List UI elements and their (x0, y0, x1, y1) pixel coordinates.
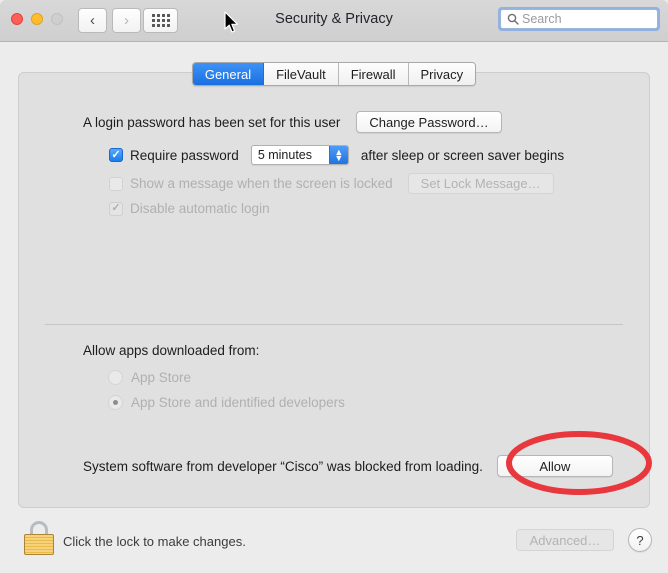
show-lock-message-checkbox (109, 176, 123, 191)
require-password-checkbox[interactable]: ✓ (109, 148, 123, 162)
lock-body-icon (24, 534, 54, 555)
lock-button[interactable] (24, 521, 54, 555)
tab-privacy[interactable]: Privacy (408, 63, 476, 85)
preference-tabs: General FileVault Firewall Privacy (0, 62, 668, 86)
radio-app-store-label: App Store (131, 370, 192, 385)
allow-button[interactable]: Allow (496, 455, 613, 477)
search-field[interactable] (500, 9, 658, 29)
allow-apps-option-identified-developers: App Store and identified developers (108, 395, 345, 410)
radio-selected-dot-icon (113, 400, 118, 405)
show-lock-message-label: Show a message when the screen is locked (130, 176, 393, 191)
password-delay-value: 5 minutes (257, 148, 313, 162)
require-password-label: Require password (130, 147, 239, 163)
checkmark-icon: ✓ (111, 148, 121, 161)
login-password-label: A login password has been set for this u… (83, 114, 341, 130)
checkmark-icon: ✓ (111, 202, 121, 214)
allow-apps-heading-row: Allow apps downloaded from: (83, 343, 259, 358)
show-lock-message-row: Show a message when the screen is locked… (109, 173, 554, 194)
security-privacy-window: ‹ › Security & Privacy General (0, 0, 668, 573)
advanced-button: Advanced… (516, 529, 614, 551)
section-divider (45, 324, 623, 325)
require-password-suffix: after sleep or screen saver begins (360, 147, 565, 163)
disable-auto-login-row: ✓ Disable automatic login (109, 201, 270, 216)
stepper-arrows-icon[interactable]: ▲ ▼ (328, 146, 348, 164)
set-lock-message-button: Set Lock Message… (407, 173, 554, 194)
window-toolbar: ‹ › Security & Privacy (0, 0, 668, 42)
tab-general[interactable]: General (192, 63, 265, 85)
password-delay-select[interactable]: 5 minutes ▲ ▼ (250, 145, 349, 165)
radio-app-store (108, 370, 123, 385)
tab-filevault[interactable]: FileVault (264, 63, 339, 85)
disable-auto-login-label: Disable automatic login (130, 201, 270, 216)
tab-firewall[interactable]: Firewall (338, 63, 409, 85)
allow-apps-option-appstore: App Store (108, 370, 191, 385)
search-field-focus-ring (498, 7, 660, 31)
tab-group: General FileVault Firewall Privacy (191, 62, 477, 86)
help-button[interactable]: ? (628, 528, 652, 552)
login-password-row: A login password has been set for this u… (83, 111, 502, 133)
change-password-button[interactable]: Change Password… (356, 111, 502, 133)
radio-app-store-identified-developers-label: App Store and identified developers (131, 395, 345, 410)
general-pane: A login password has been set for this u… (18, 72, 650, 508)
radio-app-store-identified-developers (108, 395, 123, 410)
lock-message: Click the lock to make changes. (63, 534, 246, 549)
blocked-software-message: System software from developer “Cisco” w… (83, 458, 483, 474)
require-password-row: ✓ Require password 5 minutes ▲ ▼ after sl… (109, 145, 564, 165)
search-input[interactable] (522, 12, 647, 26)
allow-apps-heading: Allow apps downloaded from: (83, 343, 260, 358)
blocked-software-row: System software from developer “Cisco” w… (83, 455, 613, 477)
search-icon (507, 13, 519, 25)
disable-auto-login-checkbox: ✓ (109, 201, 123, 216)
